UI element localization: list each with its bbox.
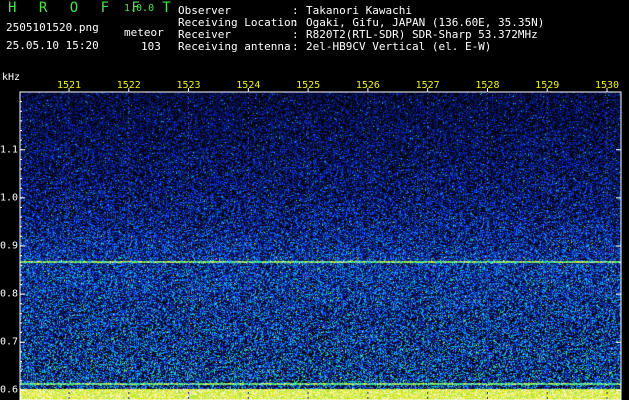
x-tick-label: 1527 (415, 80, 440, 91)
y-tick-label: 1.1 (0, 144, 19, 156)
x-tick-label: 1528 (475, 80, 500, 91)
count-label: 103 (141, 40, 161, 53)
x-tick-label: 1530 (594, 80, 620, 91)
x-tick-label: 1526 (355, 80, 380, 91)
info-row-antenna: Receiving antenna: 2el-HB9CV Vertical (el… (178, 40, 491, 53)
spectrogram (20, 92, 621, 400)
x-tick-label: 1525 (296, 80, 321, 91)
info-colon: : (292, 40, 299, 53)
x-tick-label: 1522 (116, 80, 141, 91)
y-tick-label: 1.0 (0, 192, 19, 204)
y-axis-unit-label: kHz (2, 72, 21, 83)
y-tick-label: 0.8 (0, 288, 19, 300)
x-tick-label: 1521 (56, 80, 82, 91)
x-tick-label: 1529 (535, 80, 560, 91)
y-tick-label: 0.7 (0, 336, 19, 348)
category-label: meteor (124, 26, 164, 39)
filename-label: 2505101520.png (6, 21, 99, 34)
info-value: 2el-HB9CV Vertical (el. E-W) (306, 40, 492, 53)
timestamp-label: 25.05.10 15:20 (6, 39, 99, 52)
y-tick-label: 0.6 (0, 384, 19, 396)
x-tick-label: 1524 (236, 80, 261, 91)
x-tick-label: 1523 (176, 80, 201, 91)
info-key: Receiving antenna (178, 40, 291, 53)
version-label: 1.0.0 (124, 3, 155, 14)
y-tick-label: 0.9 (0, 240, 19, 252)
